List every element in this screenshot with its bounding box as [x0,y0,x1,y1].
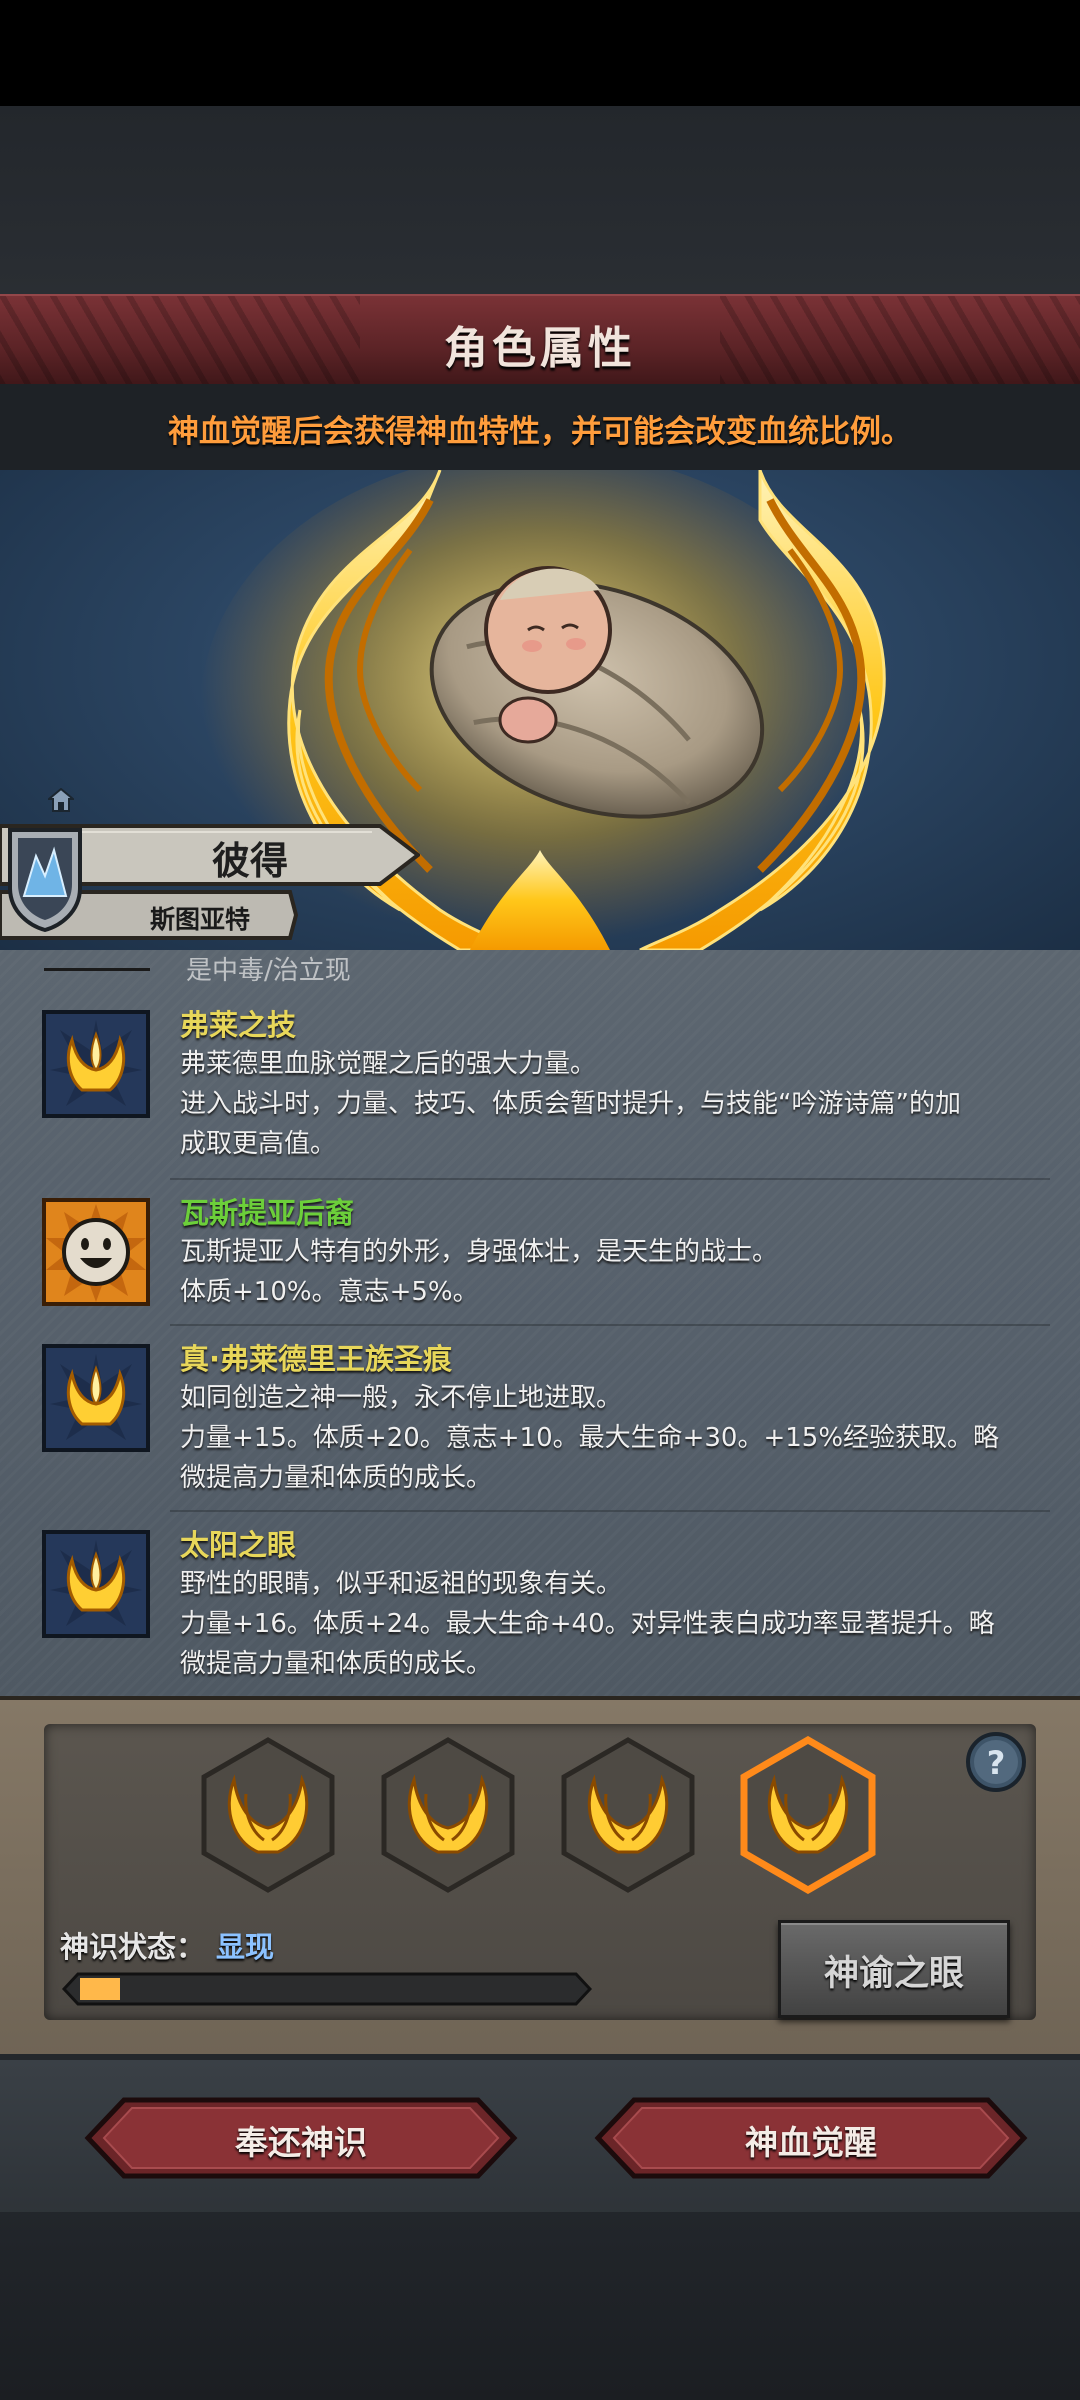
divine-slot-1[interactable] [198,1736,338,1894]
blood-awaken-button-label: 神血觉醒 [745,2123,877,2162]
home-icon [48,788,74,812]
svg-text:?: ? [987,1744,1006,1782]
divine-slot-2[interactable] [378,1736,518,1894]
trait-description-line: 野性的眼睛，似乎和返祖的现象有关。 [180,1569,623,1599]
trait-description-line: 体质+10%。意志+5%。 [180,1277,479,1307]
divine-progress-fill [80,1978,120,2000]
divine-status-label: 神识状态： [60,1930,206,1964]
trait-description-line: 如同创造之神一般，永不停止地进取。 [180,1383,623,1413]
trait-description: 弗莱德里血脉觉醒之后的强大力量。 进入战斗时，力量、技巧、体质会暂时提升，与技能… [180,1044,1040,1164]
oracle-eye-button[interactable]: 神谕之眼 [778,1920,1010,2018]
trait-divider [170,1324,1050,1326]
trait-description: 如同创造之神一般，永不停止地进取。 力量+15。体质+20。意志+10。最大生命… [180,1378,1040,1498]
trait-description-line: 力量+16。体质+24。最大生命+40。对异性表白成功率显著提升。略 [180,1609,995,1639]
status-bar-area [0,0,1080,106]
trait-list[interactable]: 是中毒/治立现 弗莱之技 弗莱德里血脉觉醒之后的强大力量。 进入战斗时，力量、技… [0,950,1080,1698]
trait-description-line: 进入战斗时，力量、技巧、体质会暂时提升，与技能“吟游诗篇”的加 [180,1089,961,1119]
trait-description-line: 成取更高值。 [180,1129,337,1159]
family-crest-icon [8,828,82,932]
divine-status-value: 显现 [216,1930,275,1964]
divine-slot-4-selected[interactable] [738,1736,878,1894]
divine-slot-3[interactable] [558,1736,698,1894]
top-backdrop [0,106,1080,294]
trait-name: 太阳之眼 [180,1528,297,1562]
page-subtitle: 神血觉醒后会获得神血特性，并可能会改变血统比例。 [168,414,912,450]
golden-crown-flame-icon [42,1010,150,1118]
golden-crown-flame-icon [42,1530,150,1638]
trait-description-line: 力量+15。体质+20。意志+10。最大生命+30。+15%经验获取。略 [180,1423,1000,1453]
subtitle-banner: 神血觉醒后会获得神血特性，并可能会改变血统比例。 [0,384,1080,470]
oracle-eye-button-label: 神谕之眼 [823,1954,964,1994]
blood-awaken-button[interactable]: 神血觉醒 [594,2096,1028,2180]
trait-description-line: 微提高力量和体质的成长。 [180,1463,493,1493]
character-origin: 斯图亚特 [149,905,250,934]
trait-description-line: 微提高力量和体质的成长。 [180,1649,493,1679]
trait-divider [170,1510,1050,1512]
smiling-face-icon [42,1198,150,1306]
help-icon[interactable]: ? [964,1730,1028,1794]
title-banner: 角色属性 [0,294,1080,388]
return-divine-button-label: 奉还神识 [235,2123,367,2162]
trait-divider [170,1178,1050,1180]
trait-description: 野性的眼睛，似乎和返祖的现象有关。 力量+16。体质+24。最大生命+40。对异… [180,1564,1040,1684]
trait-name: 瓦斯提亚后裔 [180,1196,355,1230]
bottom-backdrop [0,2212,1080,2400]
trait-description-line: 瓦斯提亚人特有的外形，身强体壮，是天生的战士。 [180,1237,779,1267]
trait-name: 真·弗莱德里王族圣痕 [180,1342,453,1376]
trait-description: 瓦斯提亚人特有的外形，身强体壮，是天生的战士。 体质+10%。意志+5%。 [180,1232,1040,1312]
page-title: 角色属性 [444,323,636,374]
character-name: 彼得 [211,839,288,883]
clipped-trait-text: 是中毒/治立现 [186,956,351,986]
trait-description-line: 弗莱德里血脉觉醒之后的强大力量。 [180,1049,597,1079]
divider [44,968,150,971]
divine-progress-bar [62,1972,592,2006]
trait-name: 弗莱之技 [180,1008,297,1042]
return-divine-button[interactable]: 奉还神识 [84,2096,518,2180]
golden-crown-flame-icon [42,1344,150,1452]
